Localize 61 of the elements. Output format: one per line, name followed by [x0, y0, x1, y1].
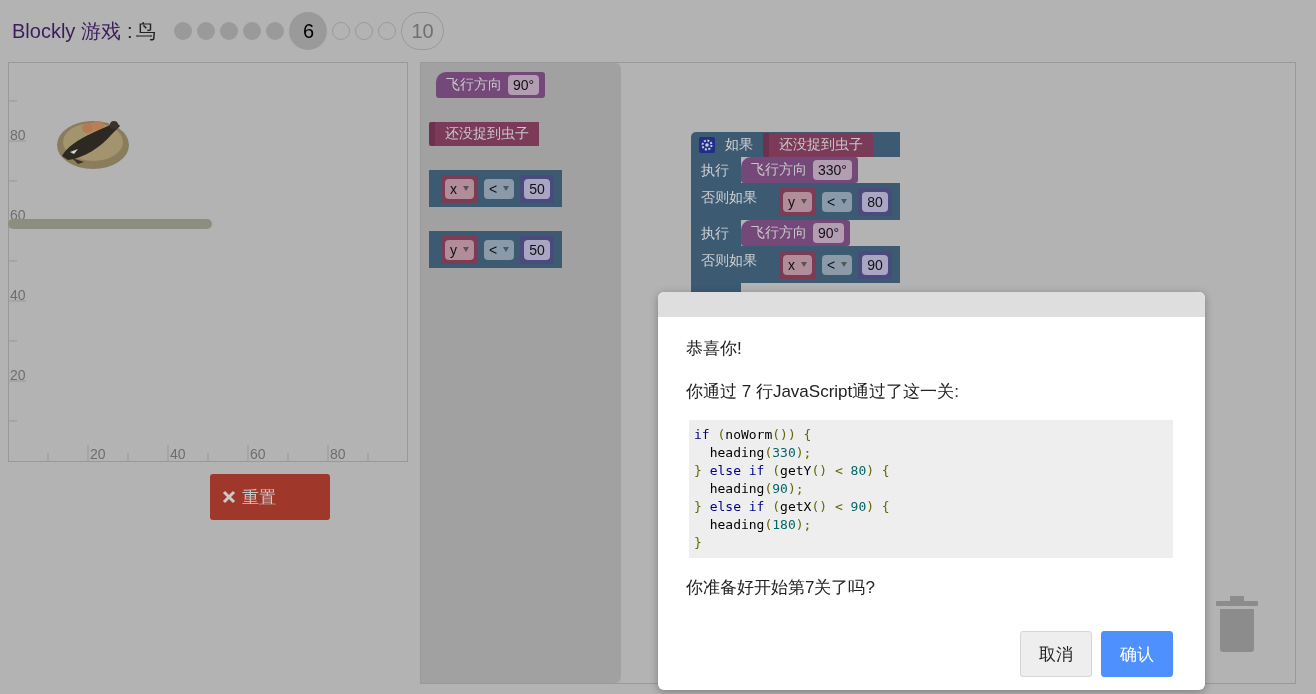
level-dot[interactable] [174, 22, 193, 40]
block-label: 否则如果 [701, 251, 758, 270]
level-dot[interactable] [197, 22, 216, 40]
compare-block[interactable]: x < 50 [429, 170, 562, 207]
caret-icon [801, 199, 807, 204]
code-line: if (noWorm()) { [694, 426, 812, 444]
dialog-question: 你准备好开始第7关了吗? [686, 577, 876, 599]
game-title: 鸟 [136, 18, 157, 44]
axis-label: 20 [10, 367, 26, 383]
caret-icon [841, 199, 848, 204]
block-label: 如果 [725, 135, 754, 154]
caret-icon [841, 262, 848, 267]
compare-block[interactable]: y < 50 [429, 231, 562, 268]
code-line: } [694, 534, 702, 552]
angle-field[interactable]: 90° [508, 75, 540, 95]
caret-icon [503, 247, 510, 252]
axis-label: 20 [90, 446, 106, 462]
heading-block[interactable]: 飞行方向 330° [741, 157, 858, 183]
app-title-link[interactable]: Blockly 游戏 [12, 17, 121, 45]
level-link[interactable]: 6 [289, 12, 328, 50]
code-line: heading(180); [708, 516, 812, 534]
caret-icon [463, 247, 469, 252]
reset-button[interactable]: 重置 [210, 474, 330, 520]
code-line: } else if (getX() < 90) { [694, 498, 890, 516]
close-icon [222, 490, 236, 504]
angle-field[interactable]: 330° [813, 160, 852, 180]
block-label: 执行 [701, 162, 729, 178]
trash-icon[interactable] [1216, 596, 1258, 652]
operator-dropdown[interactable]: < [484, 178, 515, 199]
axis-label: 80 [330, 446, 346, 462]
axis-label: 60 [250, 446, 266, 462]
operator-dropdown[interactable]: < [484, 239, 515, 260]
code-line: heading(330); [708, 444, 812, 462]
dialog-title: 恭喜你! [686, 338, 743, 360]
operator-dropdown[interactable]: < [822, 191, 853, 212]
block-label: 飞行方向 [751, 161, 807, 179]
level-dot[interactable] [220, 22, 239, 40]
code-line: } else if (getY() < 80) { [694, 462, 890, 480]
dialog-message: 你通过 7 行JavaScript通过了这一关: [686, 381, 960, 403]
block-label: 飞行方向 [446, 76, 502, 94]
axis-label: 40 [170, 446, 186, 462]
condition-block[interactable]: 还没捉到虫子 [763, 132, 873, 157]
block-label: 否则如果 [701, 188, 758, 207]
caret-icon [503, 186, 510, 191]
caret-icon [801, 262, 807, 267]
caret-icon [463, 186, 469, 191]
block-label: 飞行方向 [751, 224, 807, 242]
code-line: heading(90); [708, 480, 804, 498]
gear-icon[interactable] [699, 136, 715, 153]
level-dot[interactable] [266, 22, 285, 40]
heading-block[interactable]: 飞行方向 90° [436, 72, 546, 98]
axis-label: 80 [10, 127, 26, 143]
level-dot[interactable] [243, 22, 262, 40]
heading-block[interactable]: 飞行方向 90° [741, 220, 851, 246]
condition-block[interactable]: 还没捉到虫子 [429, 122, 539, 146]
cancel-button[interactable]: 取消 [1020, 631, 1092, 677]
block-label: 执行 [701, 225, 729, 241]
title-separator: : [126, 19, 133, 43]
operator-dropdown[interactable]: < [822, 254, 853, 275]
axis-label: 40 [10, 287, 26, 303]
angle-field[interactable]: 90° [813, 223, 845, 243]
